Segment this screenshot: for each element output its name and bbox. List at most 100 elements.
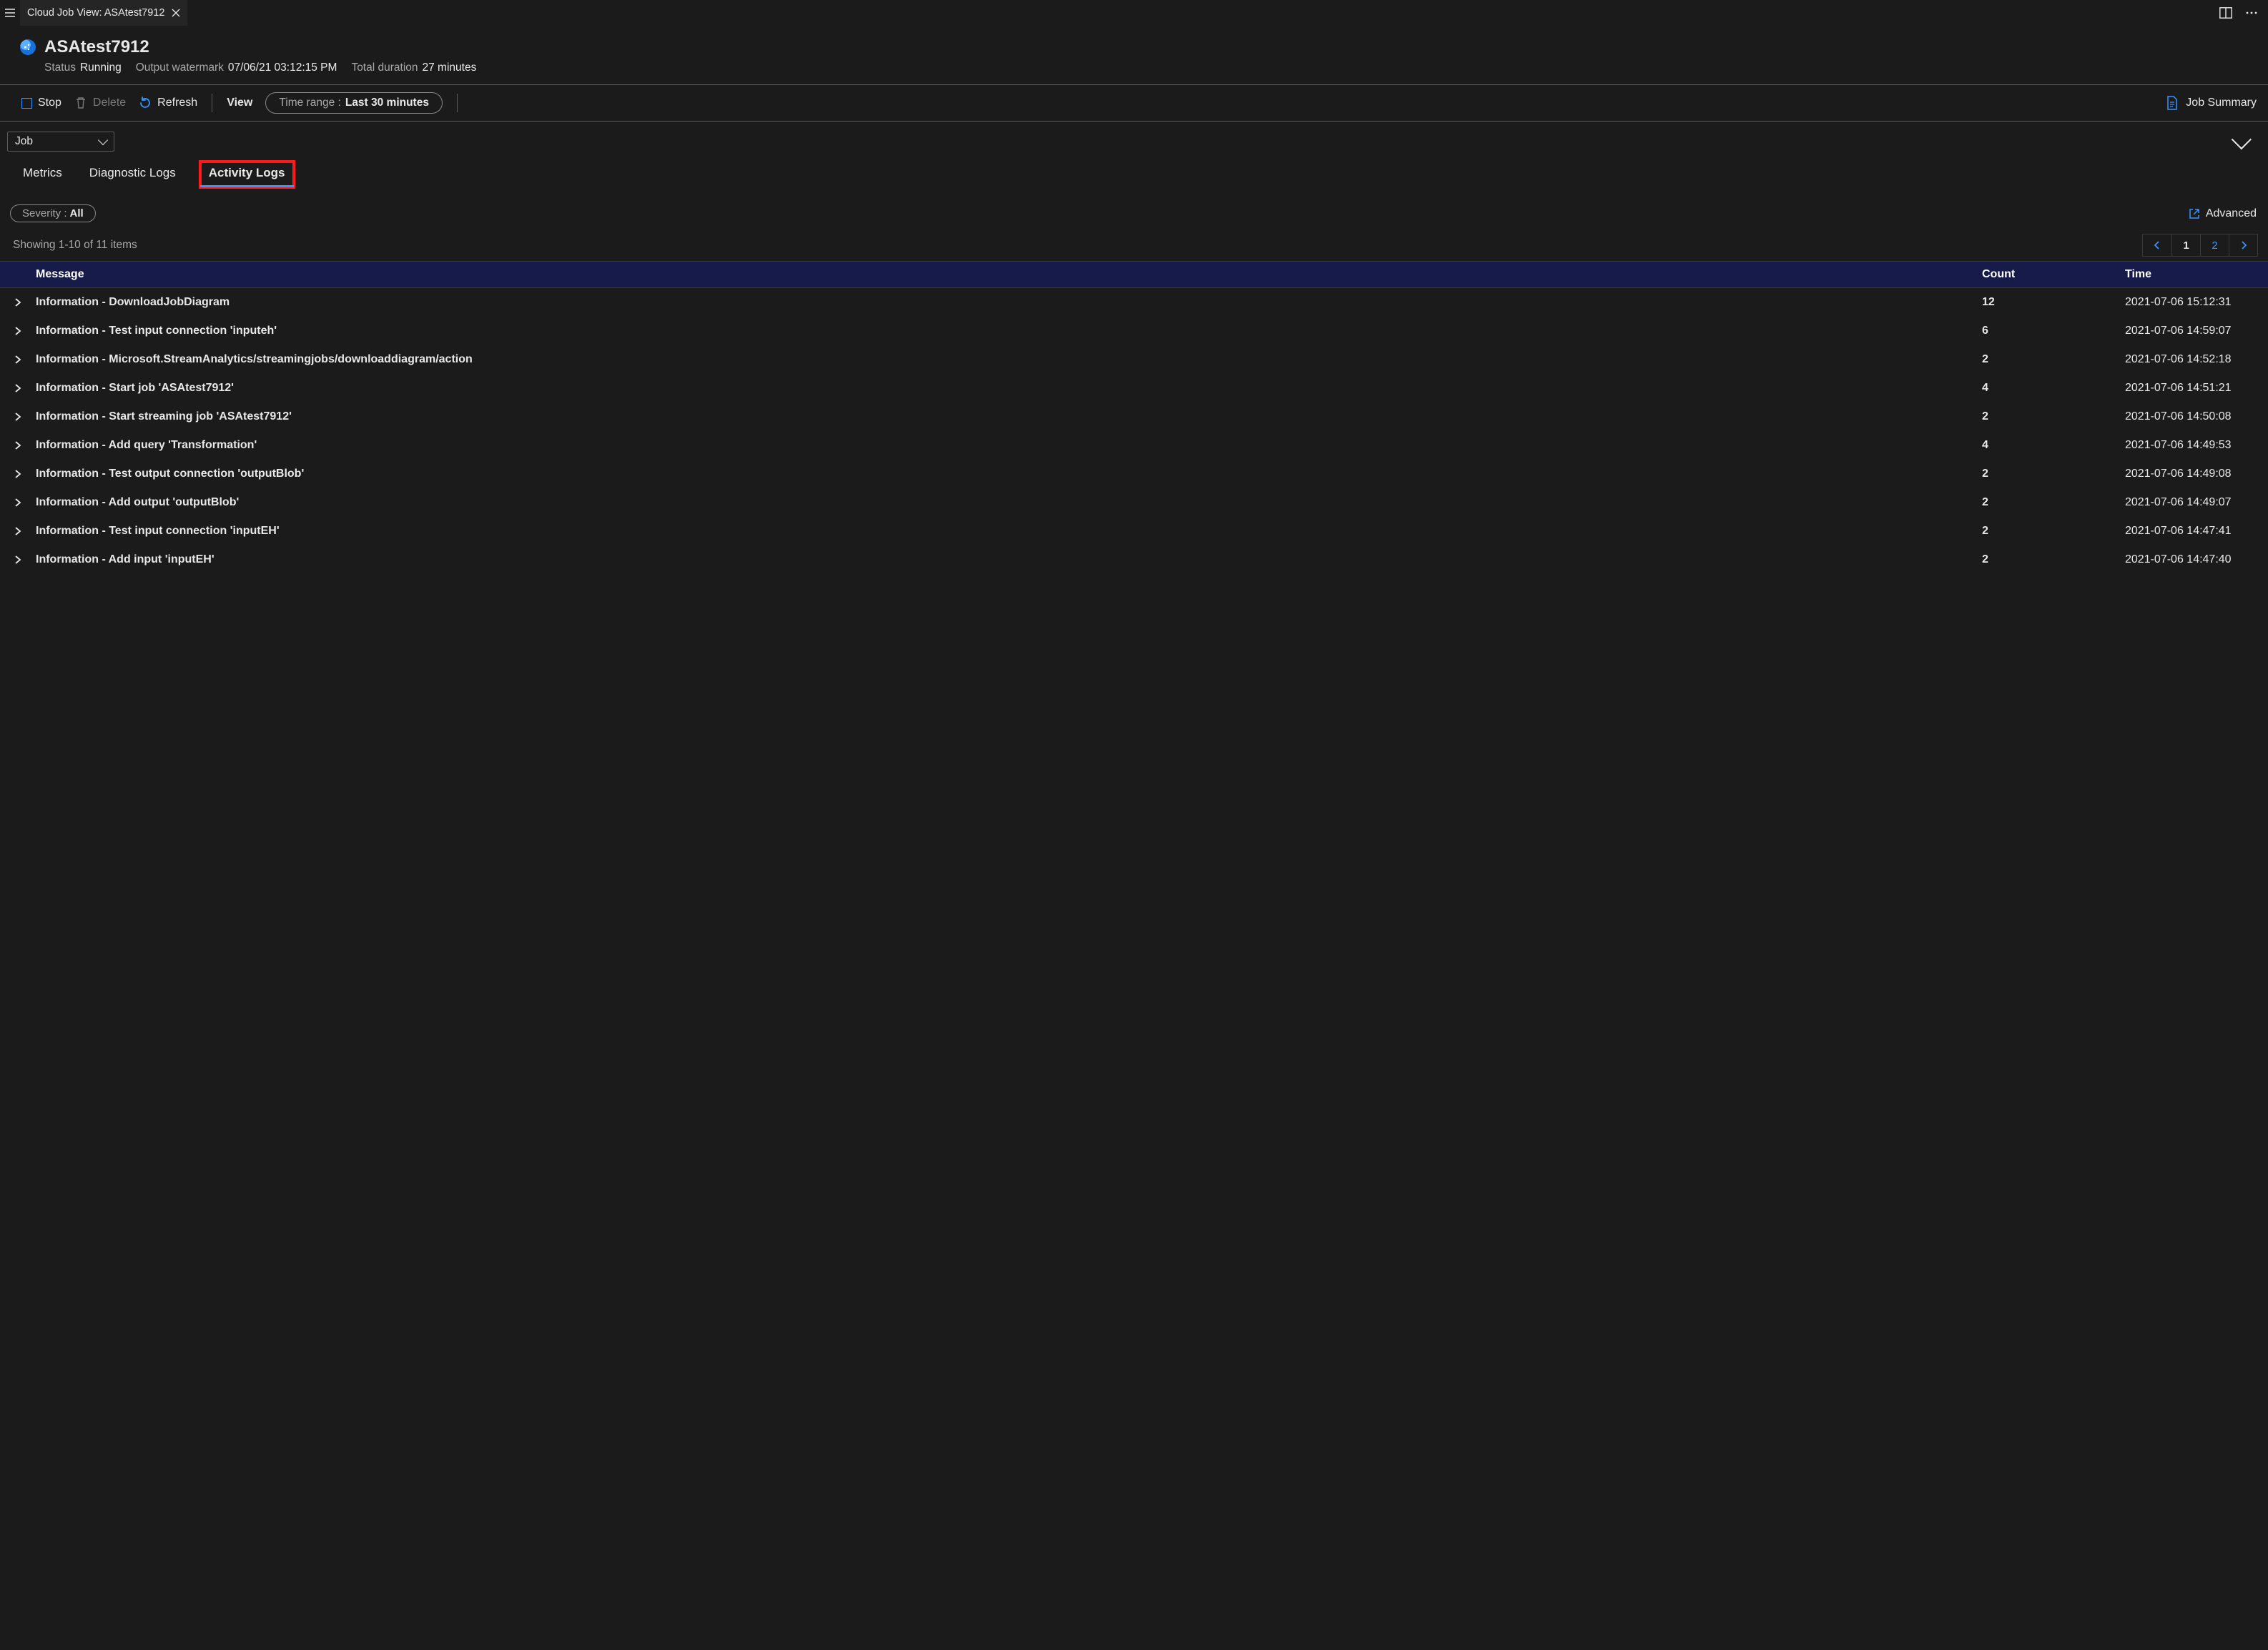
refresh-button[interactable]: Refresh: [139, 97, 197, 109]
log-row[interactable]: Information - Start streaming job 'ASAte…: [0, 402, 2268, 431]
collapse-chevron-icon[interactable]: [2232, 129, 2252, 149]
log-time: 2021-07-06 14:47:41: [2125, 525, 2268, 538]
log-time: 2021-07-06 14:49:07: [2125, 496, 2268, 509]
pager-next[interactable]: [2229, 234, 2257, 256]
log-message: Information - Test input connection 'inp…: [36, 325, 1982, 337]
log-row[interactable]: Information - DownloadJobDiagram122021-0…: [0, 288, 2268, 317]
log-count: 2: [1982, 353, 2125, 366]
log-count: 6: [1982, 325, 2125, 337]
pager-page-1[interactable]: 1: [2171, 234, 2200, 256]
advanced-link[interactable]: Advanced: [2189, 207, 2257, 220]
file-tab-title: Cloud Job View: ASAtest7912: [27, 7, 164, 19]
split-editor-icon[interactable]: [2219, 7, 2232, 19]
pager-page-2[interactable]: 2: [2200, 234, 2229, 256]
log-count: 12: [1982, 296, 2125, 309]
duration-value: 27 minutes: [423, 61, 477, 74]
log-count: 4: [1982, 439, 2125, 452]
job-title: ASAtest7912: [44, 37, 149, 57]
log-rows: Information - DownloadJobDiagram122021-0…: [0, 288, 2268, 574]
filter-row: Severity : All Advanced: [0, 187, 2268, 227]
log-time: 2021-07-06 14:50:08: [2125, 410, 2268, 423]
log-row[interactable]: Information - Microsoft.StreamAnalytics/…: [0, 345, 2268, 374]
expand-chevron-icon[interactable]: [0, 440, 36, 450]
log-count: 2: [1982, 525, 2125, 538]
expand-chevron-icon[interactable]: [0, 383, 36, 393]
log-count: 2: [1982, 553, 2125, 566]
view-label: View: [227, 97, 252, 109]
more-icon[interactable]: [2245, 7, 2258, 19]
log-message: Information - Add query 'Transformation': [36, 439, 1982, 452]
tab-activity-logs[interactable]: Activity Logs: [200, 162, 294, 187]
job-summary-button[interactable]: Job Summary: [2166, 96, 2257, 110]
log-time: 2021-07-06 14:49:53: [2125, 439, 2268, 452]
log-time: 2021-07-06 14:52:18: [2125, 353, 2268, 366]
watermark-label: Output watermark: [136, 61, 224, 74]
scope-row: Job: [0, 122, 2268, 156]
editor-tabstrip: Cloud Job View: ASAtest7912: [0, 0, 2268, 26]
col-message: Message: [36, 268, 1982, 281]
job-toolbar: Stop Delete Refresh View Time range : La…: [0, 85, 2268, 121]
duration-label: Total duration: [351, 61, 418, 74]
stop-button[interactable]: Stop: [21, 97, 61, 109]
table-header: Message Count Time: [0, 261, 2268, 288]
log-row[interactable]: Information - Add query 'Transformation'…: [0, 431, 2268, 460]
expand-chevron-icon[interactable]: [0, 326, 36, 336]
log-message: Information - Microsoft.StreamAnalytics/…: [36, 353, 1982, 366]
log-count: 2: [1982, 496, 2125, 509]
pager: 1 2: [2142, 234, 2258, 257]
external-link-icon: [2189, 208, 2200, 219]
log-row[interactable]: Information - Test output connection 'ou…: [0, 460, 2268, 488]
log-row[interactable]: Information - Test input connection 'inp…: [0, 317, 2268, 345]
expand-chevron-icon[interactable]: [0, 498, 36, 508]
expand-chevron-icon[interactable]: [0, 469, 36, 479]
log-message: Information - Start streaming job 'ASAte…: [36, 410, 1982, 423]
col-time: Time: [2125, 268, 2268, 281]
expand-chevron-icon[interactable]: [0, 412, 36, 422]
log-row[interactable]: Information - Add output 'outputBlob'220…: [0, 488, 2268, 517]
expand-chevron-icon[interactable]: [0, 355, 36, 365]
log-message: Information - Start job 'ASAtest7912': [36, 382, 1982, 395]
section-tabs: Metrics Diagnostic Logs Activity Logs: [0, 156, 2268, 187]
log-time: 2021-07-06 14:59:07: [2125, 325, 2268, 337]
trash-icon: [74, 97, 87, 109]
log-count: 4: [1982, 382, 2125, 395]
document-icon: [2166, 96, 2179, 110]
delete-button: Delete: [74, 97, 126, 109]
expand-chevron-icon[interactable]: [0, 555, 36, 565]
log-count: 2: [1982, 468, 2125, 480]
watermark-value: 07/06/21 03:12:15 PM: [228, 61, 337, 74]
file-tab[interactable]: Cloud Job View: ASAtest7912: [20, 0, 187, 26]
showing-text: Showing 1-10 of 11 items: [13, 239, 137, 252]
tab-metrics[interactable]: Metrics: [20, 162, 65, 187]
expand-chevron-icon[interactable]: [0, 526, 36, 536]
job-meta: Status Running Output watermark 07/06/21 0…: [20, 61, 2258, 74]
log-time: 2021-07-06 14:49:08: [2125, 468, 2268, 480]
log-count: 2: [1982, 410, 2125, 423]
log-row[interactable]: Information - Add input 'inputEH'22021-0…: [0, 545, 2268, 574]
log-time: 2021-07-06 15:12:31: [2125, 296, 2268, 309]
log-message: Information - Test input connection 'inp…: [36, 525, 1982, 538]
job-type-icon: [20, 39, 36, 55]
status-label: Status: [44, 61, 76, 74]
stop-icon: [21, 98, 32, 109]
scope-dropdown[interactable]: Job: [7, 132, 114, 152]
editor-menu-icon[interactable]: [0, 0, 20, 26]
time-range-pill[interactable]: Time range : Last 30 minutes: [265, 92, 443, 114]
pager-row: Showing 1-10 of 11 items 1 2: [0, 227, 2268, 261]
severity-filter-chip[interactable]: Severity : All: [10, 204, 96, 222]
col-count: Count: [1982, 268, 2125, 281]
log-row[interactable]: Information - Start job 'ASAtest7912'420…: [0, 374, 2268, 402]
tab-diagnostic-logs[interactable]: Diagnostic Logs: [87, 162, 179, 187]
log-message: Information - DownloadJobDiagram: [36, 296, 1982, 309]
log-message: Information - Add input 'inputEH': [36, 553, 1982, 566]
job-header: ASAtest7912 Status Running Output waterma…: [0, 26, 2268, 84]
toolbar-separator: [457, 94, 458, 112]
close-icon[interactable]: [172, 9, 180, 17]
expand-chevron-icon[interactable]: [0, 297, 36, 307]
log-time: 2021-07-06 14:51:21: [2125, 382, 2268, 395]
pager-prev[interactable]: [2143, 234, 2171, 256]
log-row[interactable]: Information - Test input connection 'inp…: [0, 517, 2268, 545]
log-message: Information - Test output connection 'ou…: [36, 468, 1982, 480]
status-value: Running: [80, 61, 122, 74]
log-message: Information - Add output 'outputBlob': [36, 496, 1982, 509]
